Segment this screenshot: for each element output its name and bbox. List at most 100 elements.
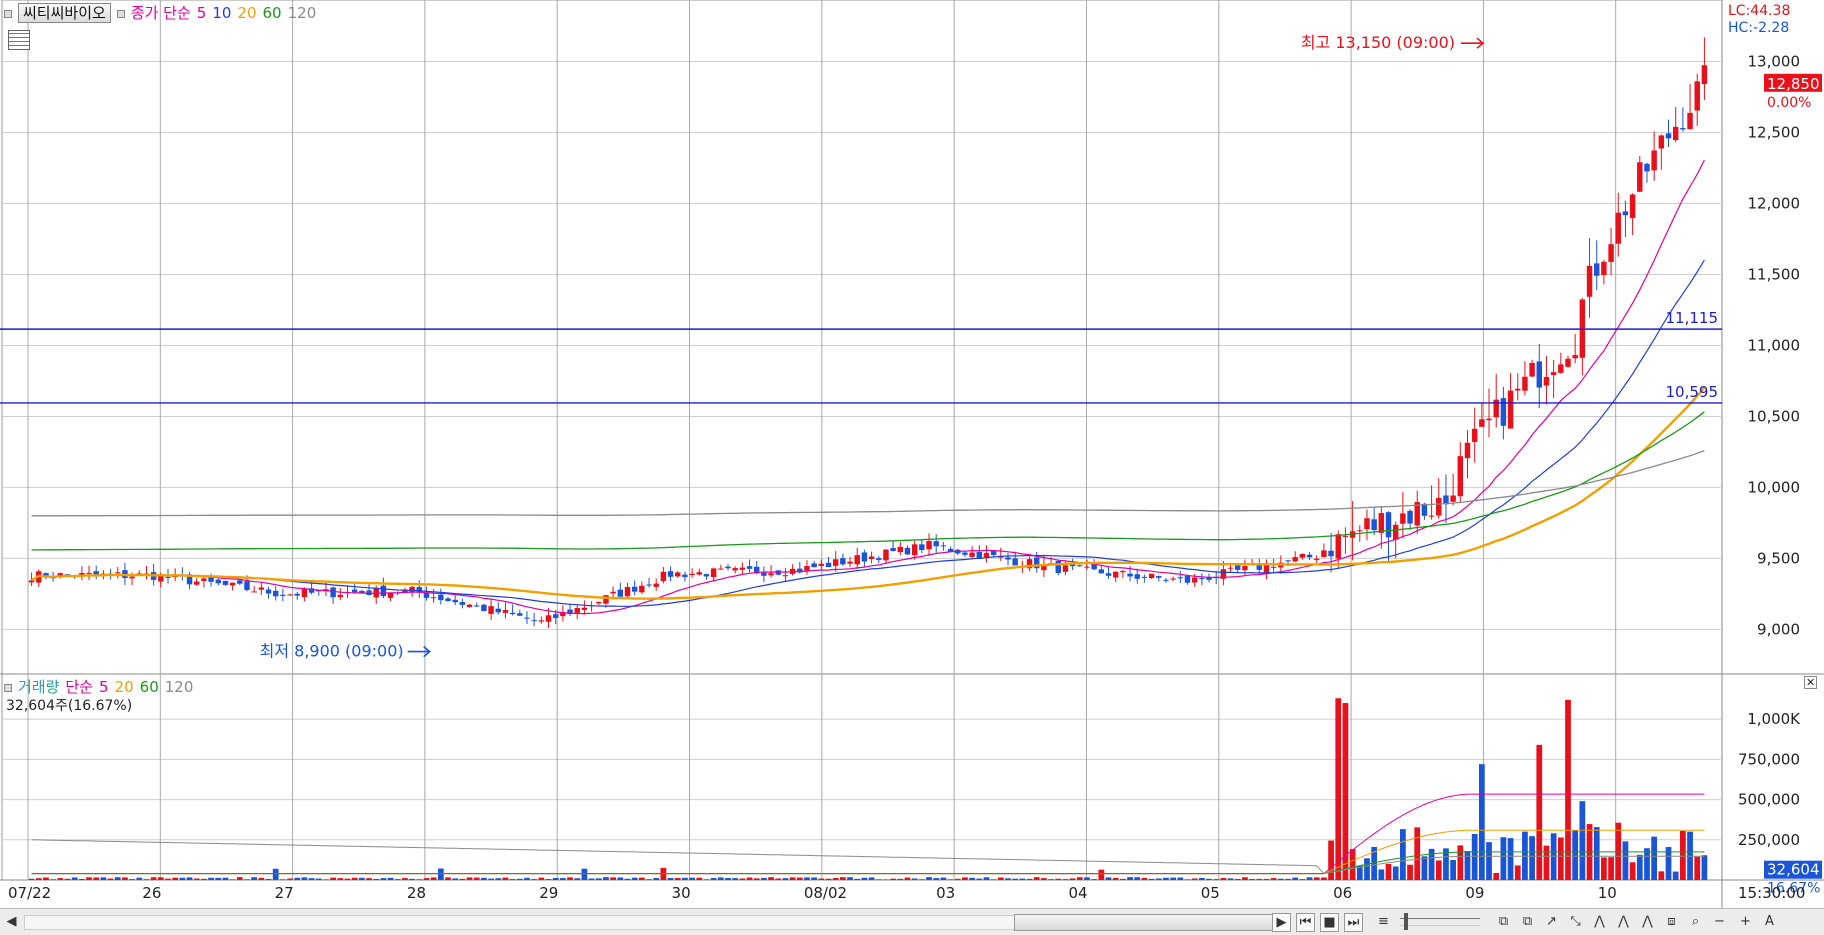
- volume-bar: [1565, 699, 1571, 880]
- stop-icon[interactable]: ■: [1320, 913, 1339, 932]
- candle-body: [1565, 358, 1571, 367]
- volume-bar: [1601, 857, 1607, 880]
- volume-bar: [574, 878, 581, 880]
- zoom-out-icon[interactable]: −: [1710, 913, 1729, 932]
- candle-body: [818, 563, 825, 566]
- volume-bar: [1277, 878, 1284, 880]
- price-volume-chart[interactable]: 9,000 9,500 10,000 10,500 11,000 11,500 12,000…: [0, 0, 1824, 935]
- candle-body: [1407, 510, 1413, 524]
- candle-body: [703, 574, 710, 577]
- pane-close-icon[interactable]: ✕: [1804, 676, 1818, 689]
- line-tool3-icon[interactable]: ⋀: [1638, 913, 1657, 932]
- scroll-thumb[interactable]: [1014, 914, 1282, 931]
- candle-body: [387, 592, 394, 598]
- volume-bar: [272, 868, 279, 880]
- volume-bar: [1608, 857, 1614, 880]
- last-icon[interactable]: ⏭: [1344, 913, 1363, 932]
- volume-bar: [258, 877, 265, 880]
- volume-collapse-icon[interactable]: [4, 683, 12, 692]
- volume-bar: [93, 877, 100, 880]
- search-icon[interactable]: ⌕: [1686, 913, 1705, 932]
- candle-body: [1313, 558, 1320, 560]
- font-size-icon[interactable]: A: [1760, 913, 1779, 932]
- trend-icon[interactable]: ↗: [1542, 913, 1561, 932]
- volume-bar: [1335, 698, 1342, 880]
- first-icon[interactable]: ⏮: [1296, 913, 1315, 932]
- candle-body: [1235, 565, 1241, 570]
- candle-body: [1084, 566, 1090, 568]
- stock-name-button[interactable]: 씨티씨바이오: [18, 3, 111, 23]
- volume-bar: [308, 878, 315, 880]
- zoom-in-icon[interactable]: +: [1736, 913, 1755, 932]
- vma-5[interactable]: 5: [99, 678, 109, 696]
- candle-body: [1184, 576, 1191, 583]
- volume-bar: [1651, 836, 1658, 880]
- low-annotation: 최저 8,900 (09:00): [260, 642, 404, 661]
- volume-bar: [366, 878, 372, 880]
- x-tick-label: 10: [1598, 884, 1617, 902]
- vma-60[interactable]: 60: [140, 678, 159, 696]
- chart-scrollbar[interactable]: ◀ ▶ ⏮ ■ ⏭ ≡ ⧉ ⧉ ↗ ⤡ ⋀ ⋀ ⋀ ⧈ ⌕ − + A: [0, 908, 1824, 935]
- volume-bar: [732, 878, 739, 880]
- indicator-icon[interactable]: [116, 9, 125, 18]
- candle-body: [919, 544, 925, 551]
- candle-body: [380, 585, 387, 597]
- volume-bar: [552, 878, 559, 880]
- volume-bar: [646, 879, 652, 880]
- line-tool2-icon[interactable]: ⋀: [1614, 913, 1633, 932]
- window-icon[interactable]: ⧉: [1494, 913, 1513, 932]
- candle-body: [646, 584, 652, 586]
- volume-bar: [804, 877, 810, 880]
- volume-bar: [789, 877, 796, 880]
- ma-5[interactable]: 5: [197, 4, 207, 22]
- play-icon[interactable]: ▶: [1272, 913, 1291, 932]
- scroll-track[interactable]: [24, 915, 1024, 930]
- candle-body: [581, 607, 588, 610]
- volume-bar: [1680, 830, 1686, 880]
- collapse-icon[interactable]: [4, 9, 12, 18]
- volume-bar: [71, 877, 78, 880]
- candle-body: [940, 545, 947, 547]
- candle-body: [1306, 554, 1313, 558]
- zoom-slider[interactable]: [1400, 918, 1480, 926]
- vma-120[interactable]: 120: [165, 678, 194, 696]
- ma-20[interactable]: 20: [237, 4, 256, 22]
- fit-icon[interactable]: ⤡: [1566, 913, 1585, 932]
- vma-20[interactable]: 20: [115, 678, 134, 696]
- compare-icon[interactable]: ⧉: [1518, 913, 1537, 932]
- candle-body: [1285, 560, 1291, 562]
- volume-bar: [430, 877, 437, 880]
- volume-bar: [832, 878, 839, 880]
- candle-body: [258, 587, 265, 590]
- ma-10[interactable]: 10: [212, 4, 231, 22]
- candle-body: [811, 563, 817, 568]
- volume-bar: [947, 879, 954, 880]
- candle-body: [1672, 126, 1679, 141]
- ma-120[interactable]: 120: [288, 4, 317, 22]
- candle-body: [840, 558, 846, 565]
- line-tool-icon[interactable]: ⋀: [1590, 913, 1609, 932]
- candle-body: [452, 599, 458, 603]
- volume-bar: [1048, 879, 1054, 880]
- table-grid-icon[interactable]: [8, 30, 30, 50]
- layout-icon[interactable]: ⧈: [1662, 913, 1681, 932]
- volume-bar: [1478, 764, 1485, 880]
- price-tick-label: 12,000: [1748, 194, 1801, 212]
- candle-body: [495, 608, 501, 613]
- ma-60[interactable]: 60: [263, 4, 282, 22]
- zoom-minus-bar-icon[interactable]: ≡: [1374, 913, 1393, 932]
- candle-body: [366, 590, 372, 596]
- volume-bar: [1658, 871, 1665, 880]
- volume-bar: [351, 877, 358, 880]
- volume-bar: [926, 877, 932, 880]
- volume-bar: [64, 878, 71, 880]
- zoom-knob[interactable]: [1404, 913, 1408, 930]
- volume-bar: [997, 877, 1004, 880]
- volume-bar: [1005, 878, 1011, 880]
- scroll-left-icon[interactable]: ◀: [2, 913, 21, 932]
- volume-bar: [717, 877, 724, 880]
- volume-bar: [1256, 878, 1263, 880]
- candle-body: [251, 591, 257, 593]
- volume-bar: [725, 878, 731, 880]
- candle-body: [466, 604, 473, 608]
